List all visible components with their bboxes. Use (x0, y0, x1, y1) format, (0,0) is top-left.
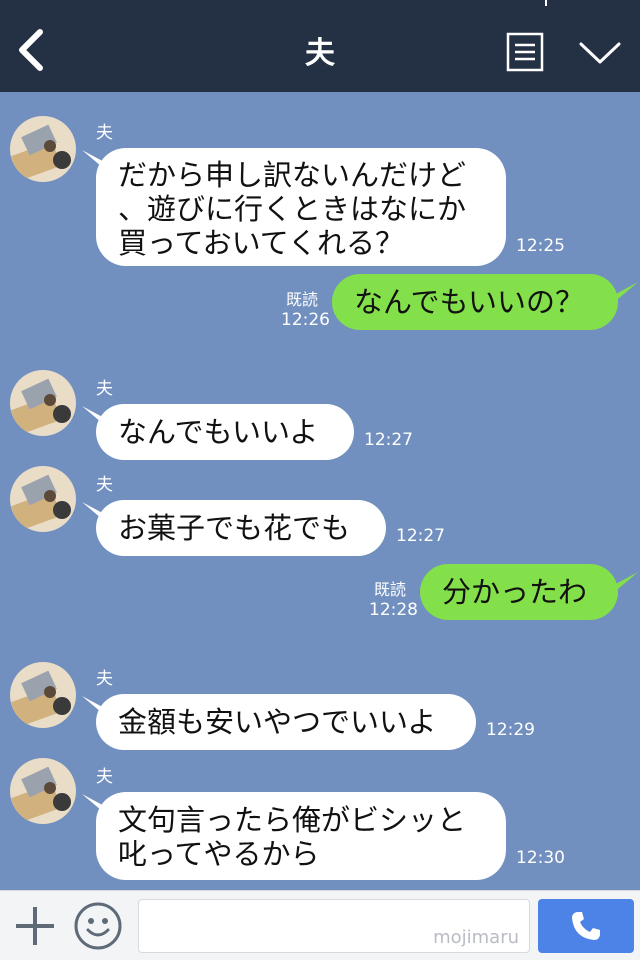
chat-area: 夫 だから申し訳ないんだけど 、遊びに行くときはなにか 買っておいてくれる？ 1… (0, 92, 640, 890)
message-text: 金額も安いやつでいいよ (118, 705, 437, 739)
list-menu-icon[interactable] (506, 32, 544, 72)
read-receipt: 既読 (373, 580, 406, 599)
message-time: 12:29 (486, 720, 535, 740)
message-bubble[interactable]: 分かったわ (420, 564, 618, 620)
message-text: 分かったわ (442, 575, 588, 609)
plus-icon[interactable] (14, 905, 56, 947)
message-input-bar: mojimaru (0, 890, 640, 960)
message-bubble[interactable]: なんでもいいの？ (332, 274, 618, 330)
sender-avatar[interactable] (10, 116, 76, 182)
chevron-down-icon[interactable] (578, 38, 622, 68)
status-bar-fragment (545, 0, 547, 6)
message-time: 12:27 (396, 526, 445, 546)
message-time: 12:26 (281, 310, 330, 330)
message-input[interactable]: mojimaru (138, 899, 530, 953)
sender-avatar[interactable] (10, 758, 76, 824)
watermark-text: mojimaru (433, 927, 519, 948)
message-time: 12:30 (516, 848, 565, 868)
message-bubble[interactable]: だから申し訳ないんだけど 、遊びに行くときはなにか 買っておいてくれる？ (96, 148, 506, 266)
sender-name: 夫 (96, 475, 113, 495)
message-text: なんでもいいの？ (354, 285, 584, 319)
read-receipt: 既読 (285, 290, 318, 309)
message-text: 文句言ったら俺がビシッと 叱ってやるから (118, 803, 467, 871)
message-time: 12:25 (516, 236, 565, 256)
message-text: お菓子でも花でも (118, 511, 351, 545)
message-bubble[interactable]: 文句言ったら俺がビシッと 叱ってやるから (96, 792, 506, 880)
sender-avatar[interactable] (10, 370, 76, 436)
chat-title: 夫 (305, 36, 335, 71)
message-time: 12:27 (364, 430, 413, 450)
message-text: なんでもいいよ (118, 415, 319, 449)
bubble-tail (612, 572, 638, 594)
message-time: 12:28 (369, 600, 418, 620)
sender-name: 夫 (96, 767, 113, 787)
phone-icon (572, 912, 600, 940)
sender-name: 夫 (96, 669, 113, 689)
sender-name: 夫 (96, 379, 113, 399)
sender-avatar[interactable] (10, 662, 76, 728)
message-bubble[interactable]: なんでもいいよ (96, 404, 354, 460)
bubble-tail (612, 282, 638, 304)
chat-header: 夫 (0, 0, 640, 92)
call-button[interactable] (538, 899, 634, 953)
message-bubble[interactable]: 金額も安いやつでいいよ (96, 694, 476, 750)
sender-name: 夫 (96, 123, 113, 143)
sender-avatar[interactable] (10, 466, 76, 532)
smiley-icon[interactable] (73, 901, 123, 951)
message-text: だから申し訳ないんだけど 、遊びに行くときはなにか 買っておいてくれる？ (118, 158, 467, 260)
message-bubble[interactable]: お菓子でも花でも (96, 500, 386, 556)
